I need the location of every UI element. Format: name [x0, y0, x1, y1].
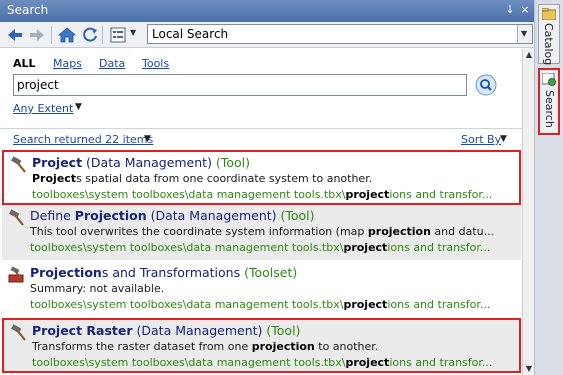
auto-hide-pin-icon[interactable]: ↓	[503, 3, 517, 17]
result-description: Projects spatial data from one coordinat…	[32, 172, 373, 185]
hammer-tool-icon	[11, 156, 26, 173]
location-dropdown-button[interactable]: ▼	[517, 25, 532, 43]
result-title[interactable]: Define Projection (Data Management) (Too…	[30, 208, 315, 223]
hammer-tool-icon	[11, 324, 26, 341]
window-title: Search	[7, 3, 49, 17]
options-dropdown-caret-icon[interactable]: ▼	[130, 28, 136, 37]
magnifier-icon[interactable]	[475, 74, 497, 96]
search-window-icon	[542, 73, 556, 86]
side-dock: Catalog Search	[534, 0, 563, 375]
search-options-icon[interactable]	[108, 25, 128, 45]
search-location-combobox[interactable]: Local Search ▼	[147, 24, 533, 44]
sort-by-link[interactable]: Sort By	[461, 133, 501, 146]
results-divider	[0, 128, 522, 129]
home-icon[interactable]	[57, 25, 77, 45]
result-title[interactable]: Projections and Transformations (Toolset…	[30, 265, 297, 280]
result-item-project[interactable]: Project (Data Management) (Tool) Project…	[2, 150, 521, 205]
result-item-define-projection[interactable]: Define Projection (Data Management) (Too…	[2, 205, 521, 260]
hammer-tool-icon	[9, 209, 24, 226]
toolbar-separator	[51, 26, 52, 44]
result-item-project-raster[interactable]: Project Raster (Data Management) (Tool) …	[2, 318, 521, 373]
result-path: toolboxes\system toolboxes\data manageme…	[32, 188, 493, 201]
result-path: toolboxes\system toolboxes\data manageme…	[30, 241, 491, 254]
tab-tools[interactable]: Tools	[142, 57, 169, 70]
extent-dropdown-caret-icon[interactable]: ▼	[75, 102, 82, 112]
close-icon[interactable]: ×	[518, 3, 532, 17]
chevron-down-icon: ▼	[521, 29, 528, 38]
result-description: This tool overwrites the coordinate syst…	[30, 225, 495, 238]
tab-data[interactable]: Data	[99, 57, 125, 70]
tab-maps[interactable]: Maps	[53, 57, 82, 70]
dock-tab-search-label: Search	[543, 90, 556, 128]
extent-filter-link[interactable]: Any Extent	[13, 102, 73, 115]
catalog-icon	[542, 8, 556, 20]
result-item-projections-and-transformations[interactable]: Projections and Transformations (Toolset…	[2, 262, 521, 317]
results-count-link[interactable]: Search returned 22 items	[13, 133, 153, 146]
dock-tab-catalog[interactable]: Catalog	[538, 4, 560, 66]
dock-tab-search[interactable]: Search	[538, 68, 560, 135]
dock-tab-catalog-label: Catalog	[542, 23, 555, 66]
forward-arrow-icon[interactable]	[27, 25, 47, 45]
search-toolbar: ▼ Local Search ▼	[0, 22, 534, 48]
back-arrow-icon[interactable]	[5, 25, 25, 45]
result-path: toolboxes\system toolboxes\data manageme…	[32, 356, 493, 369]
result-description: Summary: not available.	[30, 282, 165, 295]
toolbar-separator	[102, 26, 103, 44]
title-bar: Search ↓ ×	[0, 0, 534, 22]
results-dropdown-caret-icon[interactable]: ▼	[144, 134, 151, 144]
search-box[interactable]	[13, 74, 467, 96]
result-title[interactable]: Project Raster (Data Management) (Tool)	[32, 323, 300, 338]
result-description: Transforms the raster dataset from one p…	[32, 340, 379, 353]
result-title[interactable]: Project (Data Management) (Tool)	[32, 155, 250, 170]
refresh-icon[interactable]	[80, 25, 100, 45]
sort-dropdown-caret-icon[interactable]: ▼	[500, 134, 507, 144]
result-path: toolboxes\system toolboxes\data manageme…	[30, 298, 491, 311]
tab-all[interactable]: ALL	[13, 57, 36, 70]
toolset-icon	[8, 266, 24, 283]
search-input[interactable]	[17, 77, 457, 93]
search-location-value: Local Search	[152, 27, 229, 41]
